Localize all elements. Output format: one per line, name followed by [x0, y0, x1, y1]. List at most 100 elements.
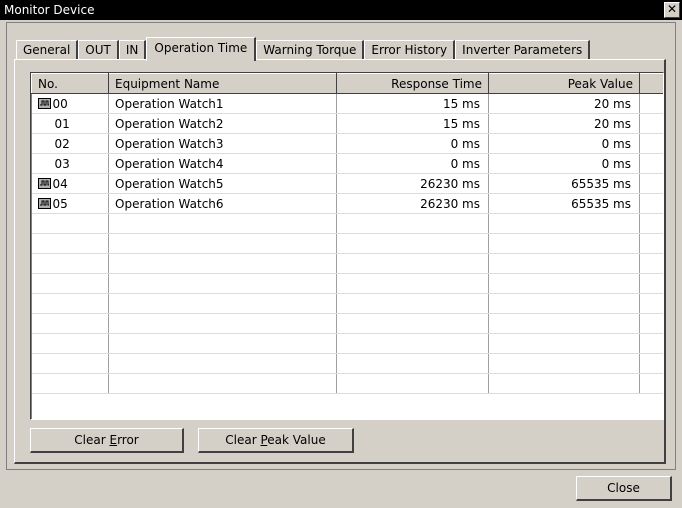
- tab-operation-time[interactable]: Operation Time: [146, 37, 257, 61]
- empty-table-row: [31, 293, 663, 314]
- cell-filler: [639, 253, 663, 274]
- cell-peak-value: 65535 ms: [488, 173, 640, 194]
- clear-error-label-post: rror: [117, 433, 139, 447]
- column-header-response-time[interactable]: Response Time: [336, 73, 489, 94]
- cell-filler: [639, 373, 663, 394]
- tab-in[interactable]: IN: [118, 40, 147, 60]
- cell-response-time: 0 ms: [336, 133, 489, 154]
- empty-table-row: [31, 253, 663, 274]
- column-header-peak-value[interactable]: Peak Value: [488, 73, 640, 94]
- cell-filler: [639, 293, 663, 314]
- waveform-icon: [37, 97, 51, 109]
- cell-no: 02: [31, 133, 109, 154]
- cell-equipment-name: [108, 373, 337, 394]
- table-row[interactable]: 04 Operation Watch5 26230 ms 65535 ms: [31, 173, 663, 194]
- cell-response-time: 26230 ms: [336, 173, 489, 194]
- table-row[interactable]: 03 Operation Watch4 0 ms 0 ms: [31, 153, 663, 174]
- tab-out[interactable]: OUT: [78, 40, 119, 60]
- cell-equipment-name: [108, 233, 337, 254]
- operation-time-table: No. Equipment Name Response Time Peak Va…: [31, 73, 663, 394]
- cell-no: 01: [31, 113, 109, 134]
- cell-no: [31, 273, 109, 294]
- cell-filler: [639, 313, 663, 334]
- cell-peak-value: [488, 213, 640, 234]
- cell-peak-value: 0 ms: [488, 153, 640, 174]
- empty-table-row: [31, 273, 663, 294]
- cell-no: [31, 353, 109, 374]
- cell-no: [31, 293, 109, 314]
- empty-table-row: [31, 333, 663, 354]
- table-row[interactable]: 02 Operation Watch3 0 ms 0 ms: [31, 133, 663, 154]
- empty-table-row: [31, 313, 663, 334]
- cell-equipment-name: Operation Watch6: [108, 193, 337, 214]
- empty-table-row: [31, 233, 663, 254]
- tab-inverter-parameters[interactable]: Inverter Parameters: [455, 40, 591, 60]
- cell-equipment-name: Operation Watch4: [108, 153, 337, 174]
- tab-error-history[interactable]: Error History: [364, 40, 456, 60]
- row-number: 05: [52, 196, 68, 211]
- table-row[interactable]: 05 Operation Watch6 26230 ms 65535 ms: [31, 193, 663, 214]
- tab-strip: General OUT IN Operation Time Warning To…: [16, 37, 591, 61]
- cell-no: [31, 373, 109, 394]
- cell-peak-value: 20 ms: [488, 113, 640, 134]
- cell-equipment-name: Operation Watch3: [108, 133, 337, 154]
- table-row[interactable]: 01 Operation Watch2 15 ms 20 ms: [31, 113, 663, 134]
- cell-filler: [639, 173, 663, 194]
- cell-equipment-name: [108, 313, 337, 334]
- column-header-equipment-name[interactable]: Equipment Name: [108, 73, 337, 94]
- cell-no: 05: [31, 193, 109, 214]
- cell-equipment-name: Operation Watch5: [108, 173, 337, 194]
- empty-table-row: [31, 213, 663, 234]
- operation-time-list[interactable]: No. Equipment Name Response Time Peak Va…: [30, 72, 664, 420]
- close-button[interactable]: Close: [576, 476, 672, 501]
- clear-peak-value-button[interactable]: Clear Peak Value: [198, 428, 354, 453]
- cell-response-time: [336, 253, 489, 274]
- clear-error-button[interactable]: Clear Error: [30, 428, 184, 453]
- cell-filler: [639, 273, 663, 294]
- cell-equipment-name: Operation Watch1: [108, 93, 337, 114]
- cell-filler: [639, 113, 663, 134]
- cell-response-time: 15 ms: [336, 93, 489, 114]
- cell-response-time: 15 ms: [336, 113, 489, 134]
- cell-no: [31, 233, 109, 254]
- window-title: Monitor Device: [4, 3, 95, 17]
- clear-peak-label-post: eak Value: [267, 433, 326, 447]
- row-number: 01: [54, 116, 70, 131]
- cell-filler: [639, 153, 663, 174]
- cell-no: 00: [31, 93, 109, 114]
- tab-warning-torque[interactable]: Warning Torque: [256, 40, 365, 60]
- row-number: 03: [54, 156, 70, 171]
- clear-error-label-pre: Clear: [74, 433, 110, 447]
- cell-response-time: [336, 313, 489, 334]
- cell-peak-value: 65535 ms: [488, 193, 640, 214]
- cell-response-time: [336, 373, 489, 394]
- cell-peak-value: [488, 273, 640, 294]
- cell-filler: [639, 213, 663, 234]
- column-header-no[interactable]: No.: [31, 73, 109, 94]
- cell-response-time: [336, 353, 489, 374]
- cell-equipment-name: [108, 353, 337, 374]
- cell-no: [31, 333, 109, 354]
- cell-equipment-name: [108, 333, 337, 354]
- cell-response-time: 0 ms: [336, 153, 489, 174]
- cell-peak-value: [488, 313, 640, 334]
- row-number: 00: [52, 96, 68, 111]
- cell-peak-value: [488, 293, 640, 314]
- cell-peak-value: [488, 353, 640, 374]
- cell-peak-value: [488, 253, 640, 274]
- cell-no: 04: [31, 173, 109, 194]
- cell-no: 03: [31, 153, 109, 174]
- cell-peak-value: 0 ms: [488, 133, 640, 154]
- cell-filler: [639, 353, 663, 374]
- column-header-filler: [639, 73, 663, 94]
- row-number: 02: [54, 136, 70, 151]
- tab-general[interactable]: General: [16, 40, 79, 60]
- table-row[interactable]: 00 Operation Watch1 15 ms 20 ms: [31, 93, 663, 114]
- cell-response-time: [336, 213, 489, 234]
- clear-error-mnemonic: E: [109, 433, 118, 447]
- cell-filler: [639, 333, 663, 354]
- close-icon[interactable]: ✕: [664, 2, 680, 18]
- cell-response-time: [336, 273, 489, 294]
- cell-filler: [639, 233, 663, 254]
- cell-equipment-name: [108, 213, 337, 234]
